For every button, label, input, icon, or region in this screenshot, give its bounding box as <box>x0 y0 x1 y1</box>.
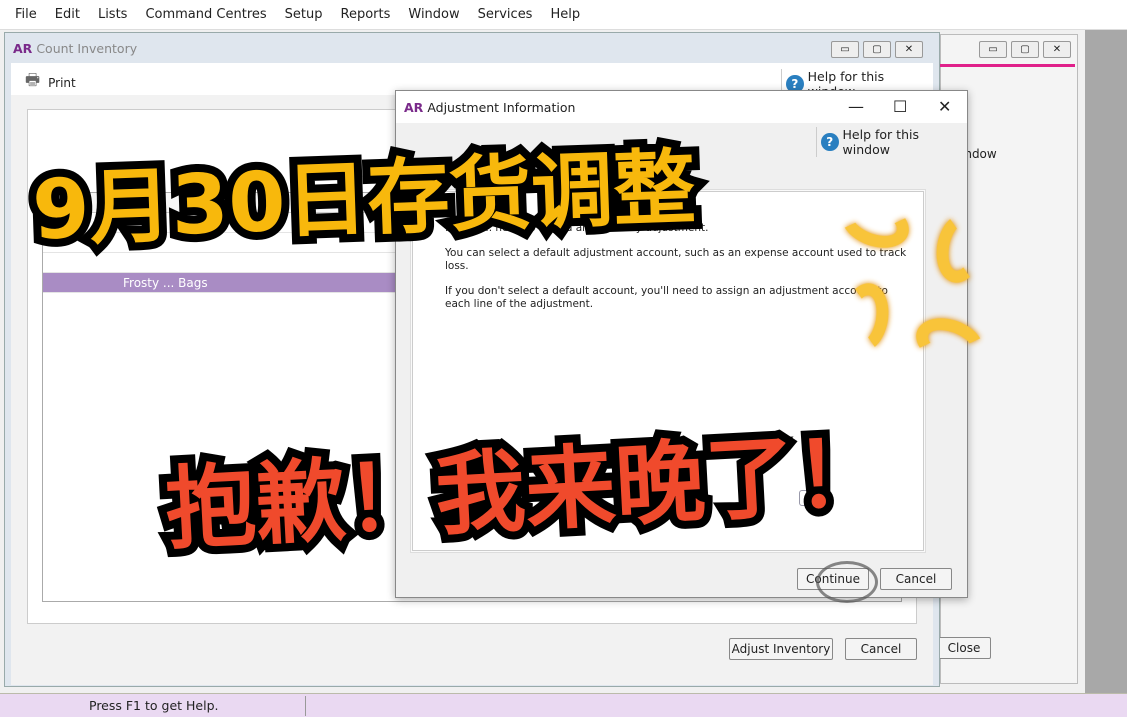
menu-help[interactable]: Help <box>550 7 580 22</box>
overlay-headline: 9月30日存货调整 <box>23 132 705 266</box>
window-title: Count Inventory <box>36 41 138 56</box>
close-icon[interactable]: ✕ <box>938 97 951 116</box>
status-text: Press F1 to get Help. <box>89 698 219 713</box>
app-logo: AR <box>404 99 424 115</box>
maximize-button[interactable]: ▢ <box>1011 41 1039 58</box>
menu-services[interactable]: Services <box>478 7 533 22</box>
dialog-title: Adjustment Information <box>427 99 576 115</box>
close-icon[interactable]: ✕ <box>1043 41 1071 58</box>
close-icon[interactable]: ✕ <box>895 41 923 58</box>
print-button[interactable]: 🖶 Print <box>25 69 76 96</box>
minimize-button[interactable]: ▭ <box>979 41 1007 58</box>
close-button[interactable]: Close <box>937 637 991 659</box>
cancel-button[interactable]: Cancel <box>880 568 952 590</box>
menu-lists[interactable]: Lists <box>98 7 128 22</box>
maximize-button[interactable]: ☐ <box>893 97 907 116</box>
menu-reports[interactable]: Reports <box>341 7 391 22</box>
menu-window[interactable]: Window <box>408 7 459 22</box>
help-button[interactable]: ?Help for this window <box>816 127 967 157</box>
maximize-button[interactable]: ▢ <box>863 41 891 58</box>
printer-icon: 🖶 <box>25 70 41 89</box>
menu-setup[interactable]: Setup <box>285 7 323 22</box>
minimize-button[interactable]: ▭ <box>831 41 859 58</box>
help-icon: ? <box>821 133 839 151</box>
minimize-button[interactable]: — <box>848 97 864 116</box>
menu-file[interactable]: File <box>15 7 37 22</box>
info-text: You can select a default adjustment acco… <box>445 247 907 272</box>
status-bar: Press F1 to get Help. <box>0 693 1127 717</box>
menu-edit[interactable]: Edit <box>55 7 80 22</box>
menu-bar: File Edit Lists Command Centres Setup Re… <box>0 0 1127 30</box>
click-indicator <box>816 561 878 603</box>
menu-command-centres[interactable]: Command Centres <box>145 7 266 22</box>
adjust-inventory-button[interactable]: Adjust Inventory <box>729 638 833 660</box>
app-logo: AR <box>13 41 33 56</box>
accent-bar <box>940 64 1075 67</box>
cancel-button[interactable]: Cancel <box>845 638 917 660</box>
